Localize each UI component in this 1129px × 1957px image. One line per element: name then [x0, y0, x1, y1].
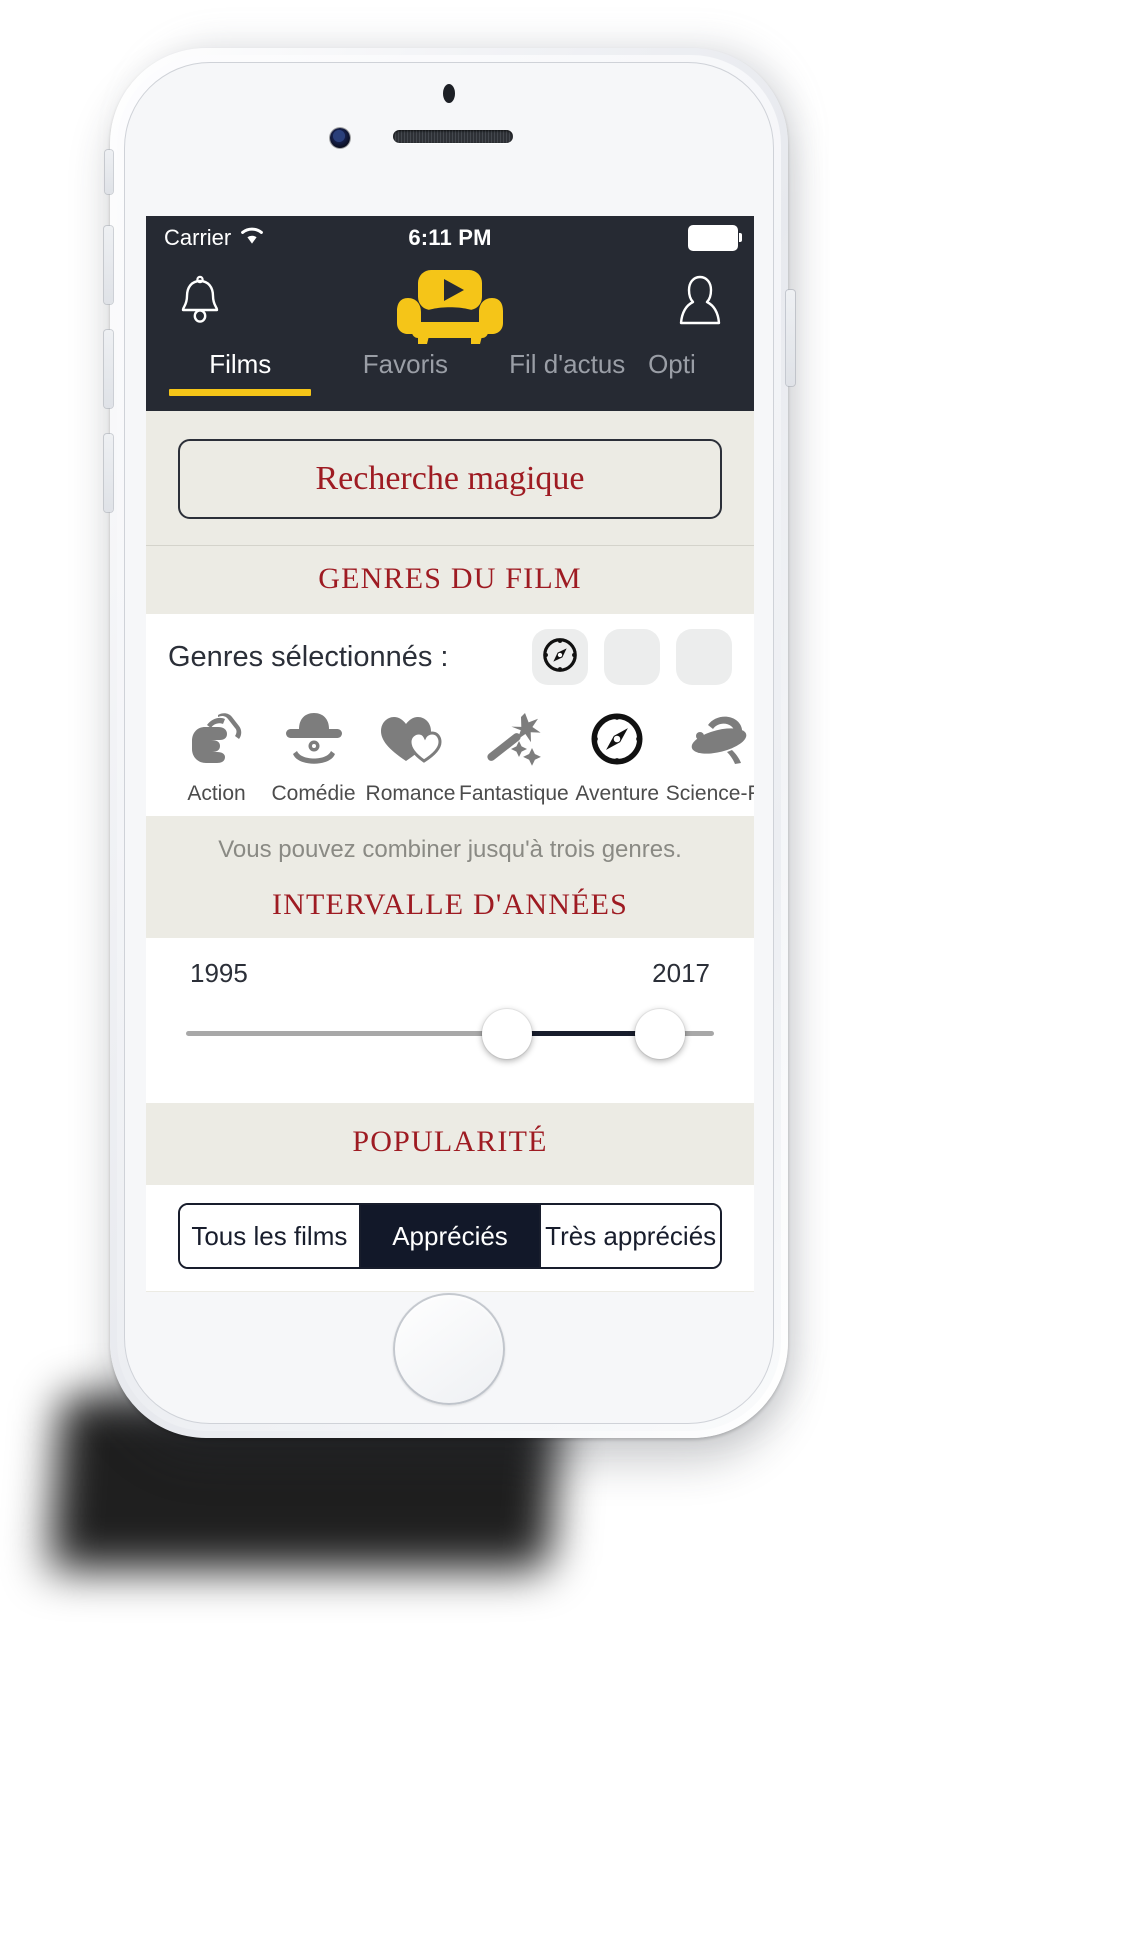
selected-genres-row: Genres sélectionnés :: [168, 614, 732, 700]
magic-search-label: Recherche magique: [315, 460, 585, 497]
genre-label: Romance: [365, 782, 456, 805]
segment-tous-les-films[interactable]: Tous les films: [180, 1205, 359, 1267]
results-contain-bar: Les résultats contiendront :: [146, 1291, 754, 1292]
home-button[interactable]: [393, 1293, 505, 1405]
magic-search-button[interactable]: Recherche magique: [178, 439, 722, 519]
bell-icon[interactable]: [176, 274, 224, 331]
mute-switch[interactable]: [105, 150, 113, 194]
tab-films-label: Films: [209, 349, 272, 379]
volume-down-button-2[interactable]: [104, 434, 113, 512]
years-body: 1995 2017: [146, 938, 754, 1103]
magic-wand-icon: [459, 702, 569, 776]
genre-label: Science-Fi..: [665, 782, 754, 805]
genre-slot-1[interactable]: [532, 629, 588, 685]
status-bar-right: [688, 225, 742, 251]
genre-item-science-fiction[interactable]: Science-Fi..: [666, 702, 754, 806]
popularity-segmented-control: Tous les films Appréciés Très appréciés: [178, 1203, 722, 1269]
genre-item-fantastique[interactable]: Fantastique: [459, 702, 569, 806]
genres-title: GENRES DU FILM: [318, 562, 582, 595]
battery-icon: [688, 225, 742, 251]
year-range-labels: 1995 2017: [186, 948, 714, 989]
earpiece-speaker: [393, 130, 513, 143]
genre-item-comedie[interactable]: Comédie: [265, 702, 362, 806]
tab-favoris[interactable]: Favoris: [325, 345, 487, 380]
genre-item-romance[interactable]: Romance: [362, 702, 459, 806]
screenshot-root: Carrier 6:11 PM Films Favoris Fil d'actu…: [0, 0, 1129, 1957]
slider-thumb-min[interactable]: [482, 1009, 533, 1059]
clown-icon: [265, 702, 362, 776]
year-max-label: 2017: [652, 958, 710, 988]
carrier-label: Carrier: [164, 225, 232, 250]
person-icon[interactable]: [676, 273, 724, 332]
years-title: INTERVALLE D'ANNÉES: [271, 888, 629, 921]
tab-active-indicator: [169, 389, 312, 396]
hearts-icon: [362, 702, 459, 776]
wifi-icon: [239, 225, 265, 251]
genre-list: Action Comédie Romance Fantastique Avent…: [168, 702, 754, 806]
genres-header: GENRES DU FILM: [146, 546, 754, 614]
genre-label: Action: [187, 782, 246, 805]
power-button[interactable]: [786, 290, 795, 386]
genre-slot-2[interactable]: [604, 629, 660, 685]
armchair-play-logo-icon[interactable]: [396, 266, 504, 349]
tab-options-label: Opti: [648, 349, 696, 379]
years-header: INTERVALLE D'ANNÉES: [146, 882, 754, 938]
compass-icon: [569, 702, 666, 776]
volume-up-button[interactable]: [104, 226, 113, 304]
genre-item-aventure[interactable]: Aventure: [569, 702, 666, 806]
tab-fil-dactus-label: Fil d'actus: [509, 349, 626, 379]
tab-films[interactable]: Films: [156, 345, 325, 396]
genre-slot-3[interactable]: [676, 629, 732, 685]
fist-icon: [168, 702, 265, 776]
genre-item-action[interactable]: Action: [168, 702, 265, 806]
genre-label: Fantastique: [459, 782, 569, 805]
volume-down-button[interactable]: [104, 330, 113, 408]
genre-label: Aventure: [575, 782, 660, 805]
genres-hint: Vous pouvez combiner jusqu'à trois genre…: [146, 816, 754, 882]
tab-options[interactable]: Opti: [648, 345, 754, 380]
status-bar-left: Carrier: [164, 225, 265, 251]
compass-icon: [541, 636, 579, 679]
genre-label: Comédie: [271, 782, 356, 805]
ufo-icon: [666, 702, 754, 776]
segment-apprecies[interactable]: Appréciés: [358, 1205, 540, 1267]
popularity-header: POPULARITÉ: [146, 1103, 754, 1185]
app-navbar: [146, 260, 754, 347]
proximity-sensor-icon: [443, 84, 455, 103]
year-range-slider[interactable]: [186, 997, 714, 1069]
magic-search-section: Recherche magique: [146, 411, 754, 545]
tab-favoris-label: Favoris: [362, 349, 449, 379]
status-bar: Carrier 6:11 PM: [146, 216, 754, 260]
segment-tres-apprecies[interactable]: Très appréciés: [539, 1205, 720, 1267]
tab-bar: Films Favoris Fil d'actus Opti: [146, 345, 754, 411]
year-min-label: 1995: [190, 958, 248, 988]
genres-body: Genres sélectionnés : Action Comédie Rom…: [146, 614, 754, 816]
slider-thumb-max[interactable]: [635, 1009, 686, 1059]
tab-fil-dactus[interactable]: Fil d'actus: [486, 345, 648, 380]
phone-screen: Carrier 6:11 PM Films Favoris Fil d'actu…: [146, 216, 754, 1292]
front-camera-icon: [330, 128, 350, 148]
popularity-body: Tous les films Appréciés Très appréciés: [146, 1185, 754, 1291]
popularity-title: POPULARITÉ: [352, 1125, 548, 1158]
selected-genres-label: Genres sélectionnés :: [168, 640, 449, 673]
